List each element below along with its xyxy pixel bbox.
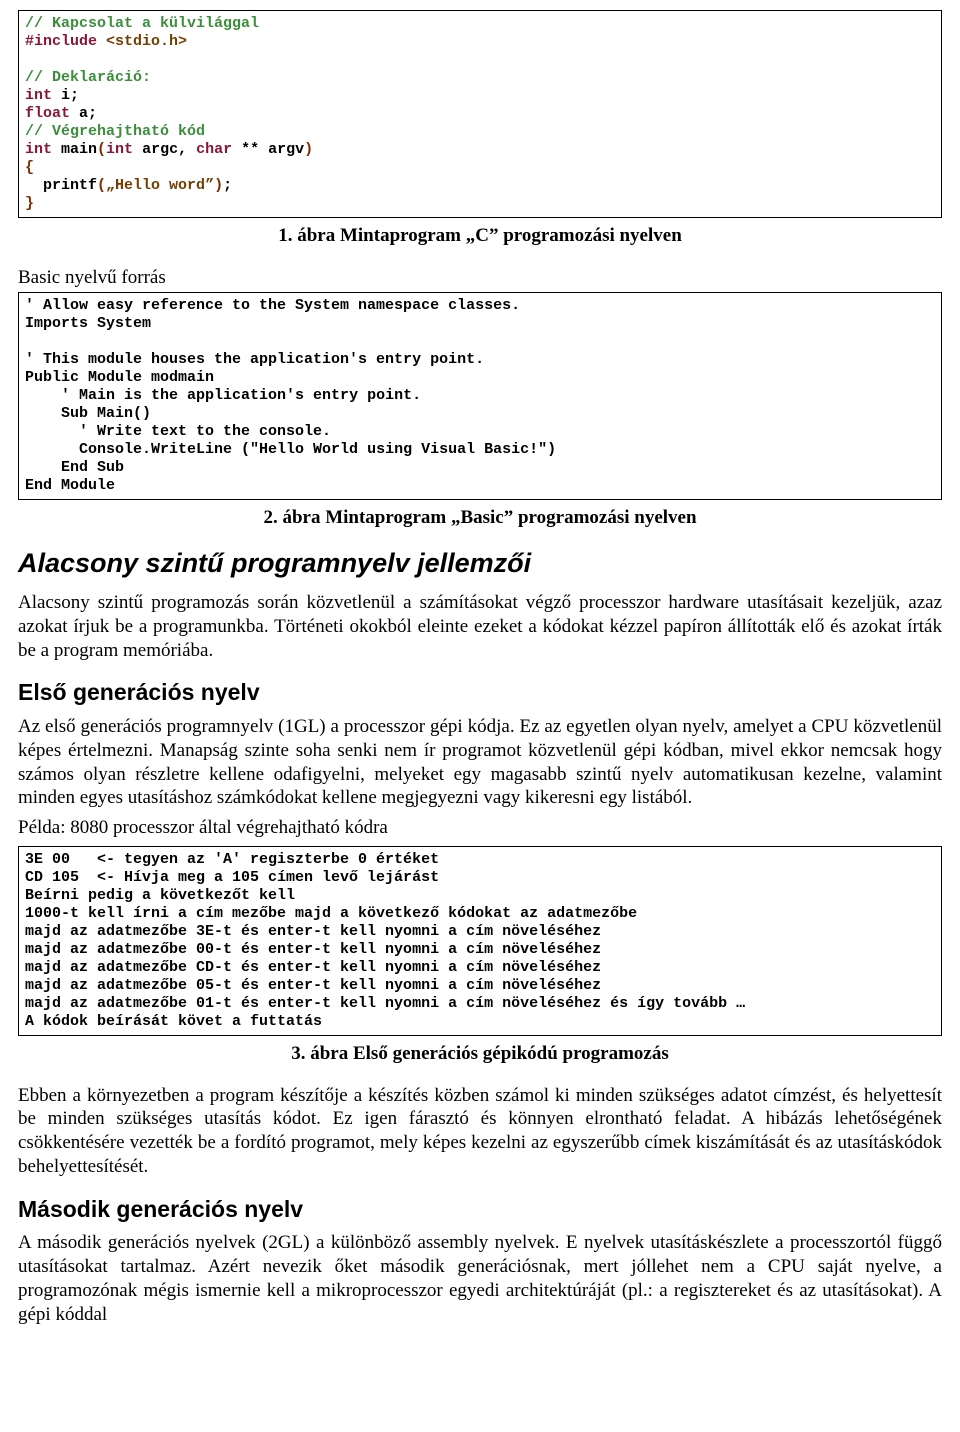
code-line: ' Main is the application's entry point. <box>25 387 421 404</box>
code-line: { <box>25 159 34 176</box>
code-token: int <box>25 87 52 104</box>
code-token: ) <box>214 177 223 194</box>
code-line: Console.WriteLine ("Hello World using Vi… <box>25 441 556 458</box>
paragraph: Példa: 8080 processzor által végrehajtha… <box>18 816 942 840</box>
code-line: End Sub <box>25 459 124 476</box>
code-token: ) <box>304 141 313 158</box>
heading-first-gen: Első generációs nyelv <box>18 678 942 707</box>
code-block-machine: 3E 00 <- tegyen az 'A' regiszterbe 0 ért… <box>18 846 942 1036</box>
code-line: Imports System <box>25 315 151 332</box>
paragraph: Az első generációs programnyelv (1GL) a … <box>18 715 942 810</box>
code-line: Public Module modmain <box>25 369 214 386</box>
code-token: printf <box>25 177 97 194</box>
code-line: majd az adatmezőbe 01-t és enter-t kell … <box>25 995 745 1012</box>
code-token: „Hello word” <box>106 177 214 194</box>
code-line: End Module <box>25 477 115 494</box>
code-token: ; <box>223 177 232 194</box>
code-token: int <box>25 141 52 158</box>
code-line: // Deklaráció: <box>25 69 151 86</box>
code-line: // Kapcsolat a külvilággal <box>25 15 259 32</box>
code-line: // Végrehajtható kód <box>25 123 205 140</box>
code-token: ( <box>97 141 106 158</box>
code-token: main <box>52 141 97 158</box>
code-line: } <box>25 195 34 212</box>
code-token: #include <box>25 33 97 50</box>
figure-caption-2: 2. ábra Mintaprogram „Basic” programozás… <box>18 506 942 530</box>
code-line: 1000-t kell írni a cím mezőbe majd a köv… <box>25 905 637 922</box>
code-line: ' Allow easy reference to the System nam… <box>25 297 520 314</box>
code-block-c: // Kapcsolat a külvilággal #include <std… <box>18 10 942 218</box>
figure-caption-3: 3. ábra Első generációs gépikódú program… <box>18 1042 942 1066</box>
code-token: int <box>106 141 133 158</box>
code-line: ' Write text to the console. <box>25 423 331 440</box>
code-token: ** argv <box>232 141 304 158</box>
code-token: ( <box>97 177 106 194</box>
code-token: <stdio.h> <box>97 33 187 50</box>
code-token: argc, <box>133 141 196 158</box>
code-token: float <box>25 105 70 122</box>
basic-source-label: Basic nyelvű forrás <box>18 266 942 290</box>
code-line: ' This module houses the application's e… <box>25 351 484 368</box>
heading-second-gen: Második generációs nyelv <box>18 1195 942 1224</box>
code-block-basic: ' Allow easy reference to the System nam… <box>18 292 942 500</box>
code-line: Sub Main() <box>25 405 151 422</box>
paragraph: Alacsony szintű programozás során közvet… <box>18 591 942 662</box>
code-token: char <box>196 141 232 158</box>
code-line: majd az adatmezőbe CD-t és enter-t kell … <box>25 959 601 976</box>
code-line: 3E 00 <- tegyen az 'A' regiszterbe 0 ért… <box>25 851 439 868</box>
code-line: majd az adatmezőbe 3E-t és enter-t kell … <box>25 923 601 940</box>
code-token: a; <box>70 105 97 122</box>
paragraph: Ebben a környezetben a program készítője… <box>18 1084 942 1179</box>
code-line: A kódok beírását követ a futtatás <box>25 1013 322 1030</box>
heading-low-level: Alacsony szintű programnyelv jellemzői <box>18 547 942 581</box>
code-line: majd az adatmezőbe 00-t és enter-t kell … <box>25 941 601 958</box>
paragraph: A második generációs nyelvek (2GL) a kül… <box>18 1231 942 1326</box>
code-line: CD 105 <- Hívja meg a 105 címen levő lej… <box>25 869 439 886</box>
code-line: majd az adatmezőbe 05-t és enter-t kell … <box>25 977 601 994</box>
figure-caption-1: 1. ábra Mintaprogram „C” programozási ny… <box>18 224 942 248</box>
code-token: i; <box>52 87 79 104</box>
code-line: Beírni pedig a következőt kell <box>25 887 295 904</box>
